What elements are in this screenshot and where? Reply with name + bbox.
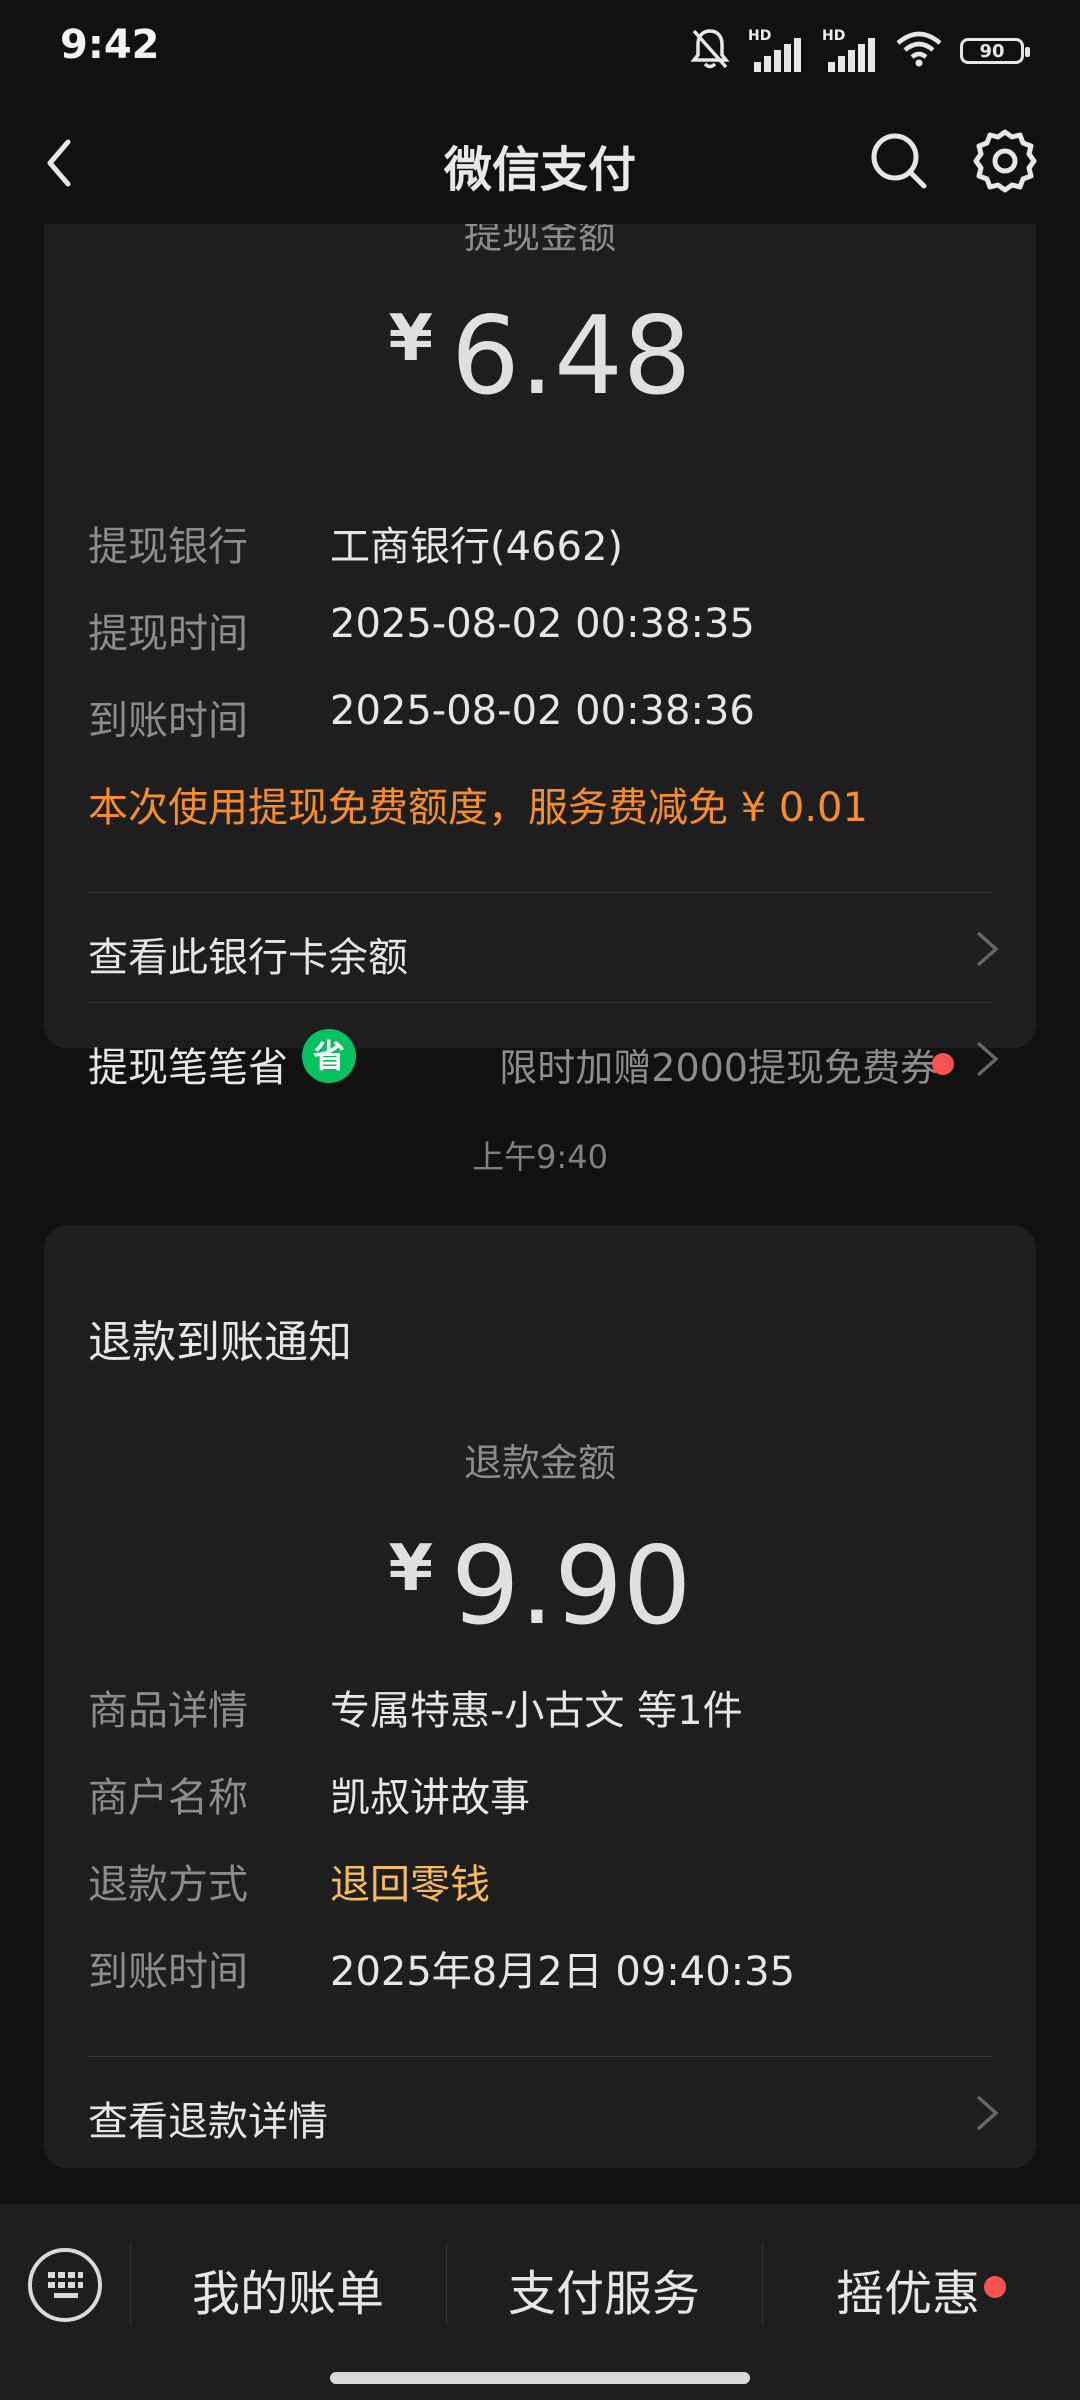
- signal-hd-icon: HD: [748, 28, 804, 74]
- withdraw-time-value: 2025-08-02 00:38:35: [330, 601, 755, 647]
- wifi-icon: [896, 31, 942, 71]
- withdraw-saver-link[interactable]: 提现笔笔省 省 限时加赠2000提现免费券: [44, 1003, 1036, 1113]
- withdraw-saver-label: 提现笔笔省: [88, 1045, 288, 1091]
- refund-method-value: 退回零钱: [330, 1862, 490, 1908]
- keyboard-icon[interactable]: [28, 2248, 102, 2322]
- product-detail-label: 商品详情: [88, 1688, 248, 1734]
- withdraw-bank-value: 工商银行(4662): [330, 524, 624, 570]
- bottom-menu: 我的账单 支付服务 摇优惠: [0, 2204, 1080, 2400]
- withdraw-amount-label: 提现金额: [463, 224, 616, 257]
- menu-separator: [762, 2242, 763, 2326]
- message-timestamp: 上午9:40: [472, 1138, 608, 1176]
- refund-arrival-time-value: 2025年8月2日 09:40:35: [330, 1949, 796, 1995]
- view-refund-detail-label: 查看退款详情: [88, 2099, 328, 2145]
- merchant-name-value: 凯叔讲故事: [330, 1775, 530, 1821]
- refund-amount-label: 退款金额: [463, 1441, 616, 1485]
- menu-shake-deals[interactable]: 摇优惠: [790, 2254, 1066, 2324]
- message-list[interactable]: 提现金额 ¥6.48 提现银行 工商银行(4662) 提现时间 2025-08-…: [0, 224, 1080, 2204]
- status-bar: 9:42 HD HD 90: [0, 0, 1080, 100]
- product-detail-value: 专属特惠-小古文 等1件: [330, 1688, 743, 1734]
- arrival-time-value: 2025-08-02 00:38:36: [330, 688, 755, 734]
- notification-dot: [984, 2276, 1006, 2298]
- withdraw-bank-label: 提现银行: [88, 524, 248, 570]
- view-bank-balance-link[interactable]: 查看此银行卡余额: [44, 893, 1036, 1003]
- status-time: 9:42: [60, 22, 160, 68]
- save-badge: 省: [302, 1029, 356, 1083]
- notification-dot: [932, 1053, 954, 1075]
- gear-icon[interactable]: [970, 126, 1040, 196]
- refund-arrival-time-label: 到账时间: [88, 1949, 248, 1995]
- refund-amount-value: 9.90: [451, 1524, 692, 1649]
- refund-method-label: 退款方式: [88, 1862, 248, 1908]
- home-indicator[interactable]: [330, 2372, 750, 2384]
- arrival-time-label: 到账时间: [88, 698, 248, 744]
- chevron-right-icon: [976, 1041, 999, 1077]
- status-icons: HD HD 90: [690, 26, 1030, 76]
- promo-text: 限时加赠2000提现免费券: [499, 1046, 938, 1090]
- menu-payment-services[interactable]: 支付服务: [446, 2254, 762, 2324]
- currency-symbol: ¥: [388, 1532, 434, 1606]
- chevron-right-icon: [976, 931, 999, 967]
- refund-amount: ¥9.90: [44, 1524, 1036, 1649]
- fee-waiver-notice: 本次使用提现免费额度，服务费减免 ¥ 0.01: [88, 785, 868, 831]
- merchant-name-label: 商户名称: [88, 1775, 248, 1821]
- nav-bar: 微信支付: [0, 100, 1080, 224]
- refund-card: 退款到账通知 退款金额 ¥9.90 商品详情 专属特惠-小古文 等1件 商户名称…: [44, 1226, 1036, 2168]
- battery-icon: 90: [960, 38, 1030, 64]
- search-icon[interactable]: [864, 126, 934, 196]
- currency-symbol: ¥: [388, 302, 434, 376]
- withdraw-amount: ¥6.48: [44, 294, 1036, 419]
- view-bank-balance-label: 查看此银行卡余额: [88, 935, 408, 981]
- refund-card-title: 退款到账通知: [88, 1317, 352, 1368]
- withdraw-time-label: 提现时间: [88, 611, 248, 657]
- withdraw-card: 提现金额 ¥6.48 提现银行 工商银行(4662) 提现时间 2025-08-…: [44, 224, 1036, 1091]
- signal-hd-icon: HD: [822, 28, 878, 74]
- withdraw-amount-value: 6.48: [451, 294, 692, 419]
- chevron-right-icon: [976, 2095, 999, 2131]
- bell-muted-icon: [690, 27, 730, 75]
- menu-my-bills[interactable]: 我的账单: [130, 2254, 446, 2324]
- view-refund-detail-link[interactable]: 查看退款详情: [44, 2057, 1036, 2167]
